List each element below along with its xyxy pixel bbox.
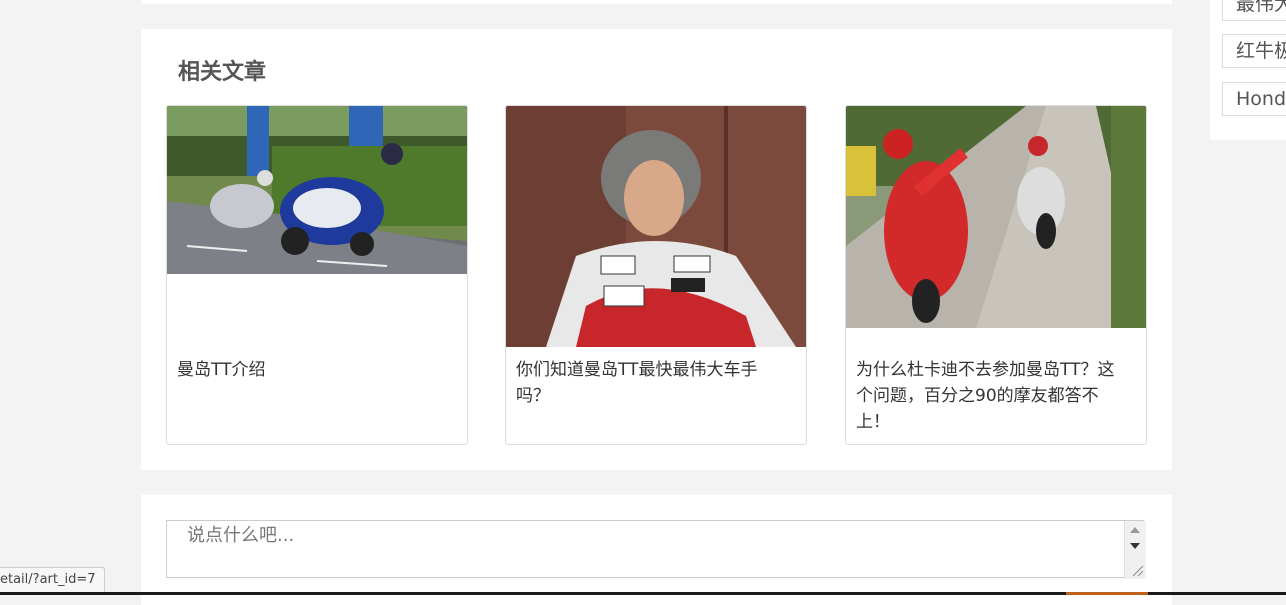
article-title[interactable]: 为什么杜卡迪不去参加曼岛TT？这个问题，百分之90的摩友都答不上！ [856,357,1126,435]
sidebar-tags: 最伟大 红牛极 Honda [1210,0,1286,140]
scroll-down-icon[interactable] [1130,543,1140,549]
comment-scrollbar[interactable] [1124,521,1146,579]
previous-section-panel [141,0,1172,4]
article-card[interactable]: 曼岛TT介绍 [166,105,468,445]
related-articles-heading: 相关文章 [178,60,267,85]
comment-section [141,495,1172,605]
article-thumbnail[interactable] [846,106,1146,328]
related-articles-section: 相关文章 曼岛TT介绍 你们知道曼岛TT最快最伟大车手吗？ 为什么杜卡迪不去参加… [141,29,1172,470]
status-bar-url: etail/?art_id=7 [0,567,105,594]
resize-grip-icon[interactable] [1130,563,1144,577]
article-card[interactable]: 为什么杜卡迪不去参加曼岛TT？这个问题，百分之90的摩友都答不上！ [845,105,1147,445]
article-title[interactable]: 曼岛TT介绍 [177,357,447,383]
tag-link[interactable]: 红牛极 [1222,34,1286,68]
article-thumbnail[interactable] [506,106,806,347]
article-title[interactable]: 你们知道曼岛TT最快最伟大车手吗？ [516,357,786,409]
comment-input[interactable] [166,520,1144,578]
tag-link[interactable]: Honda [1222,82,1286,116]
tag-link[interactable]: 最伟大 [1222,0,1286,21]
article-thumbnail[interactable] [167,106,467,274]
scroll-up-icon[interactable] [1130,527,1140,533]
article-card[interactable]: 你们知道曼岛TT最快最伟大车手吗？ [505,105,807,445]
